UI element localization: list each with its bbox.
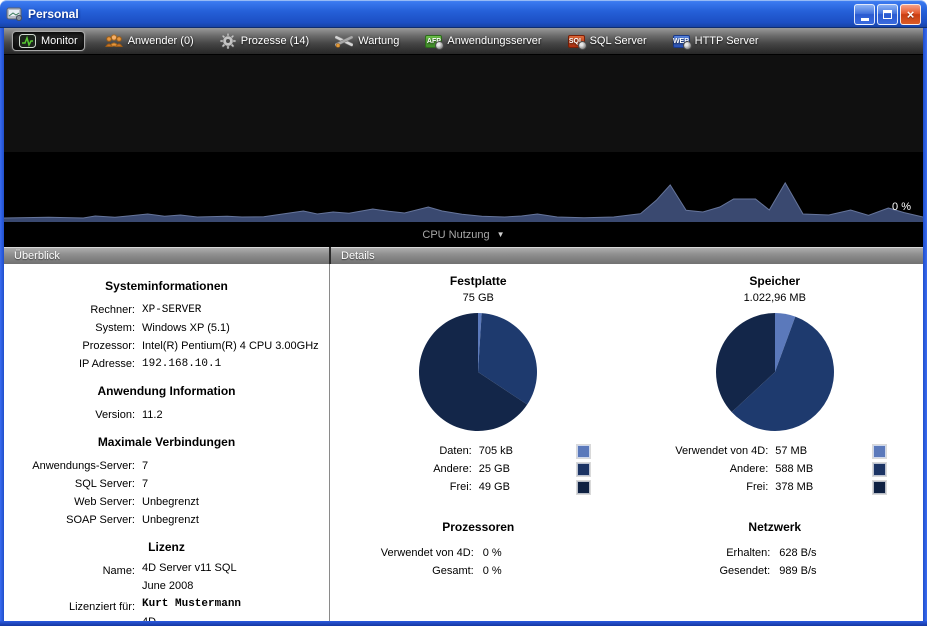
section-title: Maximale Verbindungen <box>4 435 329 449</box>
tab-label: SQL Server <box>590 35 647 47</box>
info-row: Name: 4D Server v11 SQL June 2008 <box>4 562 329 598</box>
window-content: Monitor Anwender (0) <box>4 28 923 621</box>
festplatte-column: Festplatte 75 GB Daten: 705 kB Andere: 2… <box>330 274 627 621</box>
cpu-current-value: 0 % <box>892 201 911 213</box>
window-border-bottom <box>0 621 927 626</box>
cpu-area-chart <box>4 55 923 222</box>
monitor-graph-icon <box>19 34 36 48</box>
info-row: SOAP Server: Unbegrenzt <box>4 511 329 529</box>
graph-metric-label: CPU Nutzung <box>422 229 489 241</box>
speicher-pie-chart <box>715 312 835 432</box>
info-row: IP Adresse: 192.168.10.1 <box>4 355 329 373</box>
tab-http-server[interactable]: WEB HTTP Server <box>667 33 765 50</box>
window-title: Personal <box>28 7 79 21</box>
legend-row: Verwendet von 4D: 57 MB <box>663 442 886 460</box>
title-bar[interactable]: Personal × <box>0 0 927 28</box>
legend-row: Frei: 49 GB <box>367 478 590 496</box>
graph-selector-strip: CPU Nutzung ▼ <box>4 222 923 247</box>
stat-row: Verwendet von 4D: 0 % <box>330 544 627 562</box>
info-row: System: Windows XP (5.1) <box>4 319 329 337</box>
maximize-icon <box>883 10 892 19</box>
legend-row: Daten: 705 kB <box>367 442 590 460</box>
tab-sql-server[interactable]: SQL SQL Server <box>562 33 653 50</box>
tab-label: Anwendungsserver <box>447 35 541 47</box>
info-row: Lizenziert für: Kurt Mustermann 4D <box>4 598 329 621</box>
speicher-column: Speicher 1.022,96 MB Verwendet von 4D: 5… <box>627 274 924 621</box>
panel-headers: Überblick Details <box>4 247 923 264</box>
info-row: Version: 11.2 <box>4 406 329 424</box>
app-icon <box>6 7 23 22</box>
panels: Systeminformationen Rechner: XP-SERVER S… <box>4 264 923 621</box>
window-controls: × <box>854 4 921 25</box>
stat-row: Erhalten: 628 B/s <box>627 544 924 562</box>
tools-icon <box>335 34 353 48</box>
users-icon <box>105 34 123 48</box>
speicher-total: 1.022,96 MB <box>744 292 806 304</box>
festplatte-legend: Daten: 705 kB Andere: 25 GB Frei: 49 GB <box>367 442 590 496</box>
tab-anwendungsserver[interactable]: AFP Anwendungsserver <box>419 33 547 50</box>
netzwerk-section: Netzwerk Erhalten: 628 B/s Gesendet: 989… <box>627 520 924 580</box>
tab-label: Wartung <box>358 35 399 47</box>
application-server-badge-icon: AFP <box>425 35 442 48</box>
tab-label: Anwender (0) <box>128 35 194 47</box>
toolbar: Monitor Anwender (0) <box>4 28 923 55</box>
graph-metric-selector[interactable]: CPU Nutzung ▼ <box>422 229 504 241</box>
tab-anwender[interactable]: Anwender (0) <box>99 32 200 50</box>
info-row: Rechner: XP-SERVER <box>4 301 329 319</box>
window-border-right <box>923 28 927 626</box>
minimize-icon <box>861 18 869 21</box>
info-row: Anwendungs-Server: 7 <box>4 457 329 475</box>
festplatte-pie-chart <box>418 312 538 432</box>
tab-prozesse[interactable]: Prozesse (14) <box>214 31 315 51</box>
speicher-legend: Verwendet von 4D: 57 MB Andere: 588 MB F… <box>663 442 886 496</box>
overview-header: Überblick <box>4 247 329 264</box>
stat-row: Gesendet: 989 B/s <box>627 562 924 580</box>
details-panel: Festplatte 75 GB Daten: 705 kB Andere: 2… <box>330 264 923 621</box>
festplatte-title: Festplatte <box>450 274 507 288</box>
http-server-badge-icon: WEB <box>673 35 690 48</box>
cpu-usage-graph: 0 % <box>4 55 923 222</box>
tab-wartung[interactable]: Wartung <box>329 32 405 50</box>
legend-swatch <box>577 481 590 494</box>
tab-label: Prozesse (14) <box>241 35 309 47</box>
legend-swatch <box>577 445 590 458</box>
festplatte-total: 75 GB <box>463 292 494 304</box>
stat-row: Gesamt: 0 % <box>330 562 627 580</box>
speicher-title: Speicher <box>749 274 800 288</box>
details-header: Details <box>331 247 923 264</box>
section-title: Systeminformationen <box>4 279 329 293</box>
gear-icon <box>220 33 236 49</box>
chevron-down-icon: ▼ <box>497 230 505 239</box>
legend-swatch <box>873 463 886 476</box>
legend-row: Andere: 588 MB <box>663 460 886 478</box>
section-title: Anwendung Information <box>4 384 329 398</box>
maximize-button[interactable] <box>877 4 898 25</box>
sql-server-badge-icon: SQL <box>568 35 585 48</box>
legend-row: Frei: 378 MB <box>663 478 886 496</box>
legend-swatch <box>873 445 886 458</box>
close-button[interactable]: × <box>900 4 921 25</box>
legend-swatch <box>577 463 590 476</box>
tab-monitor[interactable]: Monitor <box>12 31 85 51</box>
overview-panel: Systeminformationen Rechner: XP-SERVER S… <box>4 264 330 621</box>
info-row: Prozessor: Intel(R) Pentium(R) 4 CPU 3.0… <box>4 337 329 355</box>
section-title: Lizenz <box>4 540 329 554</box>
info-row: Web Server: Unbegrenzt <box>4 493 329 511</box>
app-window: Personal × Monitor <box>0 0 927 626</box>
tab-label: Monitor <box>41 35 78 47</box>
close-icon: × <box>907 8 915 21</box>
legend-row: Andere: 25 GB <box>367 460 590 478</box>
prozessoren-section: Prozessoren Verwendet von 4D: 0 % Gesamt… <box>330 520 627 580</box>
info-row: SQL Server: 7 <box>4 475 329 493</box>
minimize-button[interactable] <box>854 4 875 25</box>
tab-label: HTTP Server <box>695 35 759 47</box>
legend-swatch <box>873 481 886 494</box>
